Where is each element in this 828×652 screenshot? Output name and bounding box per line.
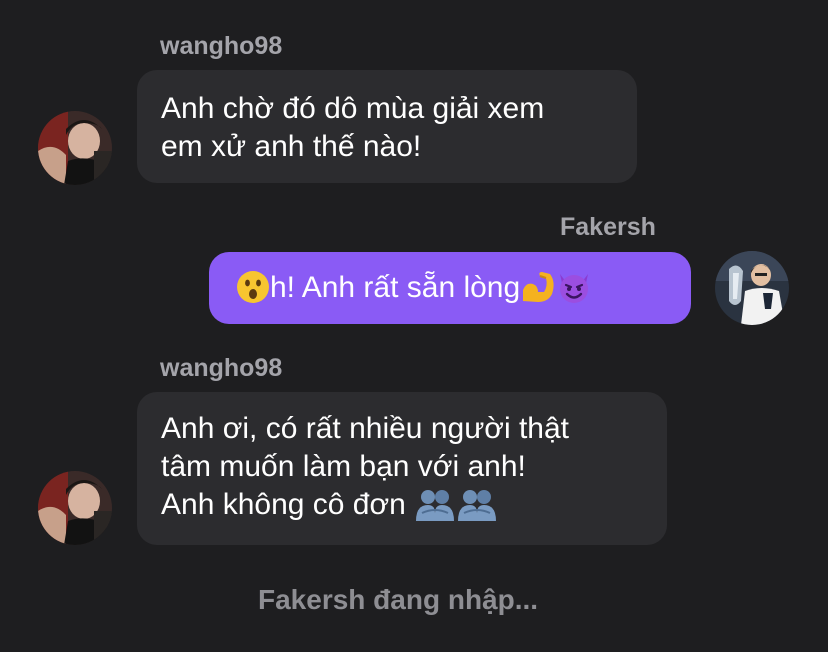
sender-name: wangho98 <box>160 354 283 382</box>
typing-indicator: Fakersh đang nhập... <box>258 584 539 615</box>
message-line: h! Anh rất sẵn lòng <box>236 269 669 314</box>
message-text: Anh không cô đơn <box>161 488 406 521</box>
avatar-wangho98[interactable] <box>38 111 112 185</box>
people-hugging-icon <box>414 487 456 531</box>
message-text: h! Anh rất sẵn lòng <box>270 271 521 304</box>
people-hugging-icon <box>456 487 498 531</box>
message-text: tâm muốn làm bạn với anh! <box>161 450 526 483</box>
message-line: Anh không cô đơn <box>161 486 643 531</box>
sender-name: wangho98 <box>160 32 283 60</box>
message-bubble-outgoing[interactable]: h! Anh rất sẵn lòng <box>209 252 691 324</box>
message-text: em xử anh thế nào! <box>161 130 422 163</box>
message-text: Anh chờ đó dô mùa giải xem <box>161 92 545 125</box>
avatar-fakersh[interactable] <box>715 251 789 325</box>
sender-name: Fakersh <box>560 213 656 241</box>
surprised-face-icon <box>236 270 270 314</box>
message-bubble-incoming[interactable]: Anh ơi, có rất nhiều người thật tâm muốn… <box>137 392 667 545</box>
flexed-biceps-icon <box>520 270 556 314</box>
message-text: Anh ơi, có rất nhiều người thật <box>161 412 569 445</box>
message-bubble-incoming[interactable]: Anh chờ đó dô mùa giải xem em xử anh thế… <box>137 70 637 183</box>
avatar-wangho98[interactable] <box>38 471 112 545</box>
smiling-devil-icon <box>556 270 592 314</box>
chat-conversation: wangho98 Anh chờ đó dô mùa giải xem em x… <box>0 0 828 652</box>
